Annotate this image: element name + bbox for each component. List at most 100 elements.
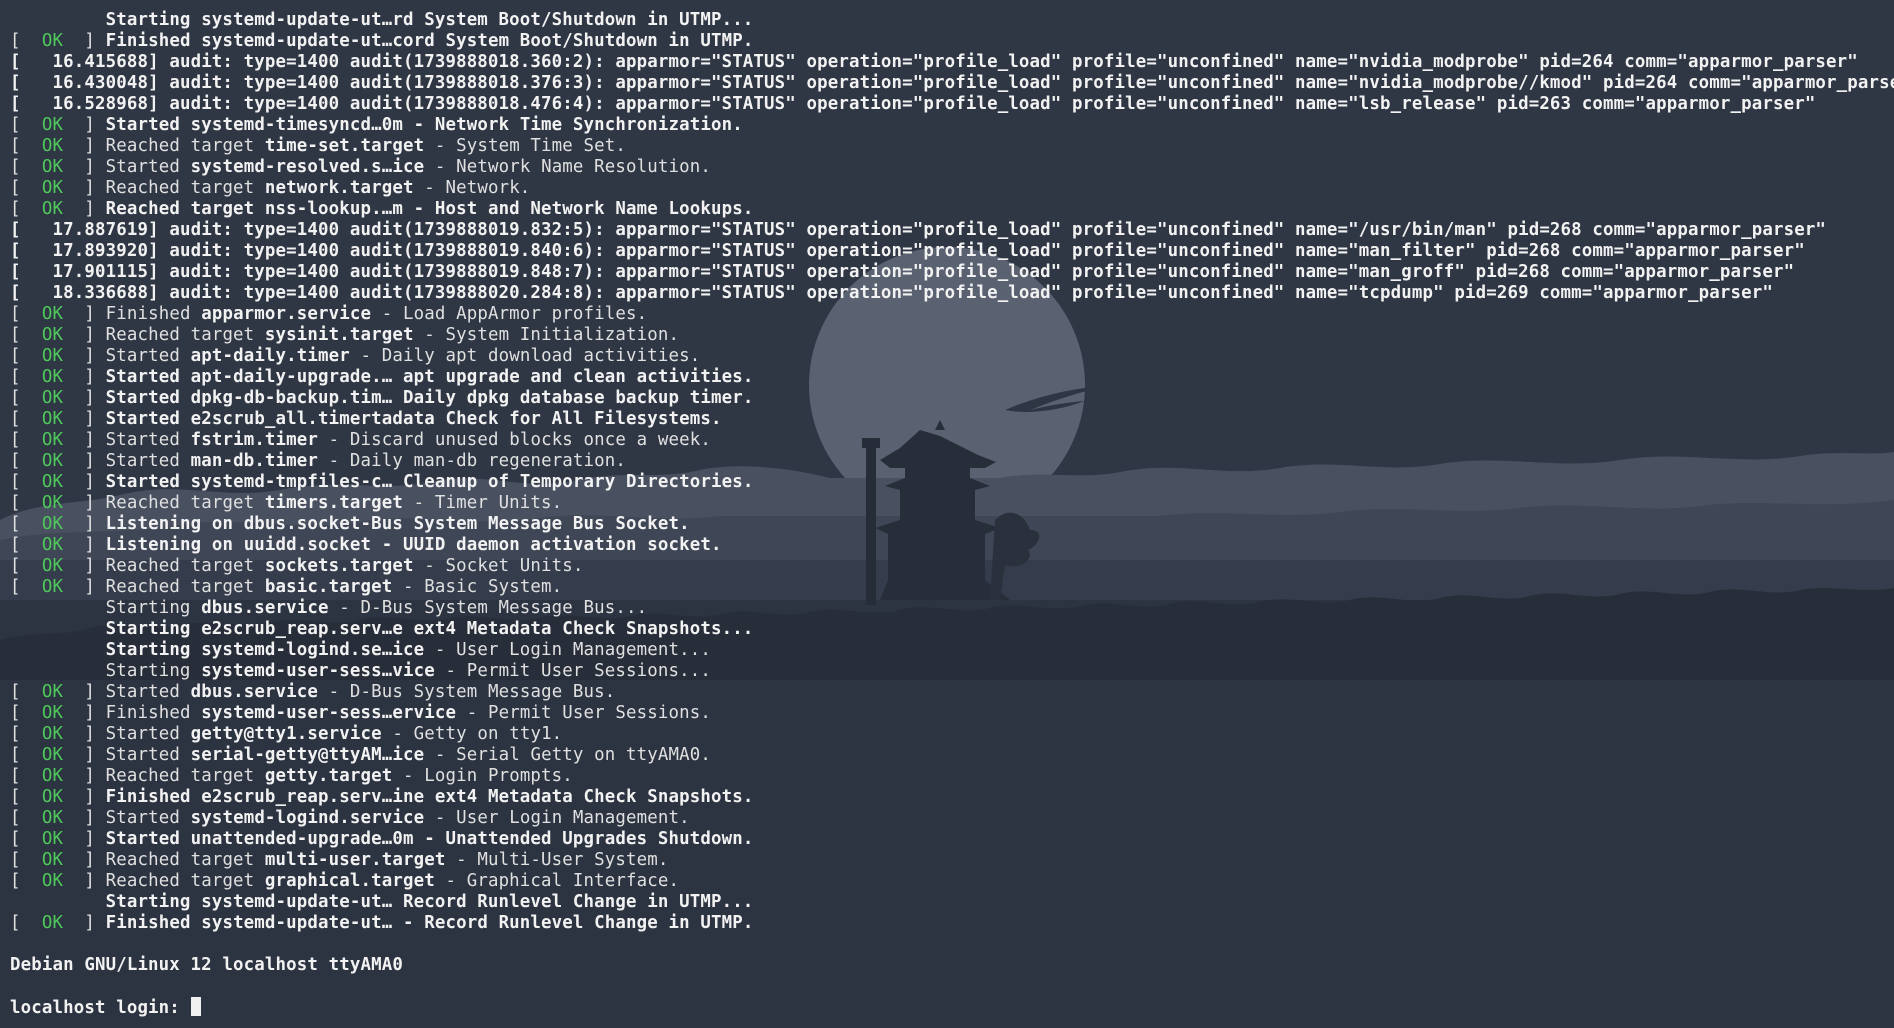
unit-name: sysinit.target: [264, 325, 414, 345]
log-line: [ OK ] Listening on dbus.socket-Bus Syst…: [10, 514, 1894, 535]
bracket-close: ]: [148, 241, 170, 261]
bracket-close: ]: [63, 514, 95, 534]
log-verb: Listening on: [95, 535, 244, 555]
unit-name: network.target: [264, 178, 414, 198]
bracket-open: [: [10, 829, 42, 849]
log-line: [ OK ] Reached target nss-lookup.…m - Ho…: [10, 199, 1894, 220]
audit-message: audit: type=1400 audit(1739888018.360:2)…: [169, 52, 1858, 72]
log-line: [ OK ] Started systemd-timesyncd…0m - Ne…: [10, 115, 1894, 136]
bracket-open: [: [10, 682, 42, 702]
unit-description: - Basic System.: [392, 577, 563, 597]
log-line: Starting systemd-logind.se…ice - User Lo…: [10, 640, 1894, 661]
unit-name: systemd-update-ut… - Record Runlevel Cha…: [201, 913, 754, 933]
bracket-close: ]: [63, 136, 95, 156]
bracket-close: ]: [63, 178, 95, 198]
unit-name: man-db.timer: [190, 451, 319, 471]
log-verb: Reached target: [95, 199, 265, 219]
log-verb: Reached target: [95, 577, 265, 597]
log-line: [ OK ] Finished systemd-update-ut… - Rec…: [10, 913, 1894, 934]
unit-description: - Timer Units.: [402, 493, 563, 513]
log-line: [ OK ] Started systemd-logind.service - …: [10, 808, 1894, 829]
unit-description: - User Login Management.: [424, 808, 690, 828]
unit-description: - Daily man-db regeneration.: [318, 451, 627, 471]
log-line: Starting systemd-update-ut… Record Runle…: [10, 892, 1894, 913]
status-ok: OK: [41, 178, 64, 198]
log-verb: Started: [95, 472, 191, 492]
unit-description: - Load AppArmor profiles.: [371, 304, 648, 324]
bracket-close: ]: [63, 325, 95, 345]
bracket-open: [: [10, 514, 42, 534]
bracket-open: [: [10, 451, 42, 471]
boot-log: Starting systemd-update-ut…rd System Boo…: [10, 10, 1894, 1018]
log-line: Starting systemd-update-ut…rd System Boo…: [10, 10, 1894, 31]
log-verb: Started: [95, 346, 191, 366]
status-ok: OK: [41, 115, 64, 135]
unit-name: nss-lookup.…m - Host and Network Name Lo…: [264, 199, 754, 219]
login-prompt-label: localhost login:: [10, 998, 191, 1018]
bracket-open: [: [10, 367, 42, 387]
log-line: [ OK ] Started systemd-tmpfiles-c… Clean…: [10, 472, 1894, 493]
bracket-open: [: [10, 724, 42, 744]
status-ok: OK: [41, 724, 64, 744]
unit-description: - Socket Units.: [413, 556, 584, 576]
log-verb: Starting: [105, 640, 202, 660]
kernel-timestamp: 17.887619: [52, 220, 149, 240]
bracket-close: ]: [63, 472, 95, 492]
bracket-close: ]: [63, 535, 95, 555]
bracket-open: [: [10, 430, 42, 450]
tty-console-screen: Starting systemd-update-ut…rd System Boo…: [0, 0, 1894, 1028]
log-verb: Started: [95, 829, 191, 849]
bracket-open: [: [10, 52, 53, 72]
unit-name: dbus.service: [190, 682, 319, 702]
bracket-close: ]: [63, 556, 95, 576]
bracket-open: [: [10, 913, 42, 933]
unit-name: dpkg-db-backup.tim… Daily dpkg database …: [190, 388, 754, 408]
bracket-close: ]: [63, 409, 95, 429]
bracket-close: ]: [63, 808, 95, 828]
log-line: Debian GNU/Linux 12 localhost ttyAMA0: [10, 955, 1894, 976]
bracket-close: ]: [63, 724, 95, 744]
bracket-close: ]: [63, 346, 95, 366]
text-cursor[interactable]: [190, 997, 201, 1016]
unit-name: e2scrub_reap.serv…ine ext4 Metadata Chec…: [201, 787, 754, 807]
log-verb: Started: [95, 724, 191, 744]
bracket-close: ]: [148, 283, 170, 303]
login-prompt[interactable]: localhost login:: [10, 997, 1894, 1018]
bracket-close: ]: [63, 577, 95, 597]
status-ok: OK: [41, 325, 64, 345]
log-verb: Starting: [105, 598, 202, 618]
unit-name: getty.target: [264, 766, 393, 786]
bracket-close: ]: [148, 94, 170, 114]
log-line: [ OK ] Reached target basic.target - Bas…: [10, 577, 1894, 598]
bracket-open: [: [10, 220, 53, 240]
unit-name: systemd-update-ut… Record Runlevel Chang…: [201, 892, 754, 912]
bracket-open: [: [10, 388, 42, 408]
unit-name: graphical.target: [264, 871, 435, 891]
status-ok: OK: [41, 346, 64, 366]
unit-name: systemd-timesyncd…0m - Network Time Sync…: [190, 115, 743, 135]
status-ok: OK: [41, 493, 64, 513]
log-verb: Started: [95, 409, 191, 429]
unit-description: - Getty on tty1.: [381, 724, 563, 744]
kernel-timestamp: 18.336688: [52, 283, 149, 303]
log-line: [ OK ] Reached target time-set.target - …: [10, 136, 1894, 157]
bracket-close: ]: [63, 829, 95, 849]
log-line: [ OK ] Started fstrim.timer - Discard un…: [10, 430, 1894, 451]
log-line: Starting systemd-user-sess…vice - Permit…: [10, 661, 1894, 682]
unit-name: systemd-tmpfiles-c… Cleanup of Temporary…: [190, 472, 754, 492]
unit-description: - Login Prompts.: [392, 766, 573, 786]
bracket-close: ]: [63, 199, 95, 219]
log-verb: Reached target: [95, 850, 265, 870]
log-line: [ 16.430048] audit: type=1400 audit(1739…: [10, 73, 1894, 94]
log-verb: Started: [95, 808, 191, 828]
kernel-timestamp: 17.893920: [52, 241, 149, 261]
status-ok: OK: [41, 556, 64, 576]
audit-message: audit: type=1400 audit(1739888019.832:5)…: [169, 220, 1827, 240]
log-line: [ OK ] Finished systemd-update-ut…cord S…: [10, 31, 1894, 52]
status-ok: OK: [41, 829, 64, 849]
log-line: [ OK ] Started dbus.service - D-Bus Syst…: [10, 682, 1894, 703]
bracket-open: [: [10, 556, 42, 576]
